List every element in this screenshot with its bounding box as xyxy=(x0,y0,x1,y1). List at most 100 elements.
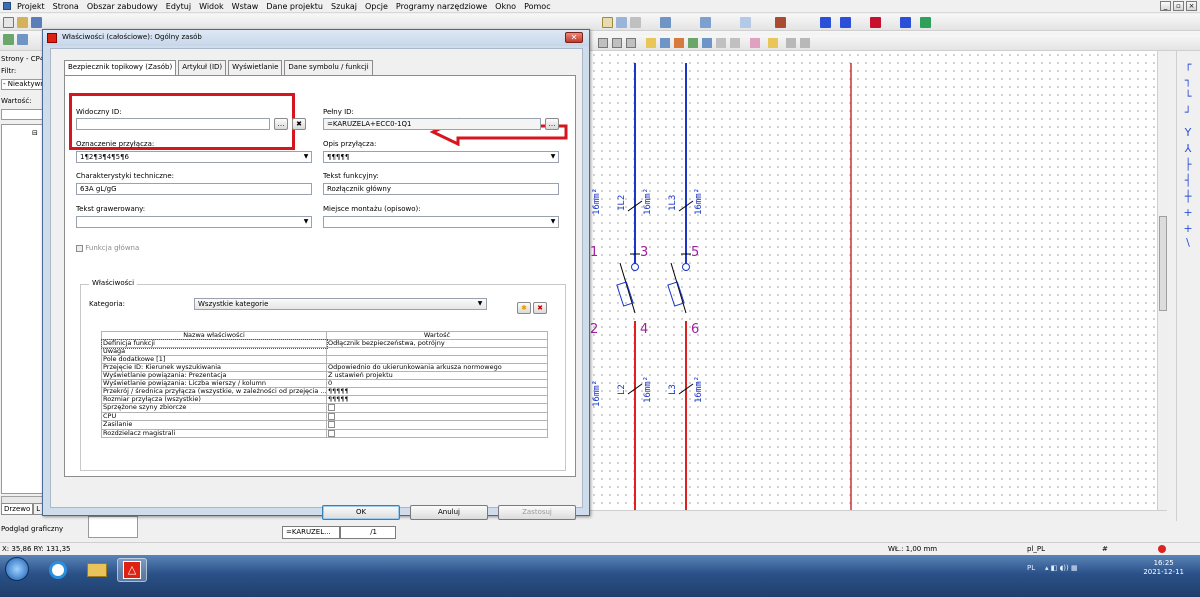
minimize-icon[interactable]: _ xyxy=(1160,1,1171,11)
window-icon[interactable] xyxy=(616,17,627,28)
property-value[interactable] xyxy=(326,355,548,364)
junction-icon[interactable]: + xyxy=(1182,223,1194,235)
tool-icon[interactable] xyxy=(646,38,656,48)
break-icon[interactable]: \ xyxy=(1182,237,1194,249)
chevron-down-icon[interactable]: ▼ xyxy=(301,217,311,227)
tool-icon[interactable] xyxy=(786,38,796,48)
column-header[interactable]: Nazwa właściwości xyxy=(101,331,327,340)
symbol-icon[interactable] xyxy=(775,17,786,28)
column-header[interactable]: Wartość xyxy=(326,331,548,340)
table-row[interactable]: Pole dodatkowe [1] xyxy=(101,355,548,364)
func-text-input[interactable]: Rozłącznik główny xyxy=(323,183,559,195)
chevron-down-icon[interactable]: ▼ xyxy=(301,152,311,162)
explorer-task[interactable] xyxy=(82,558,112,582)
chevron-down-icon[interactable]: ▼ xyxy=(548,152,558,162)
property-value[interactable]: ¶¶¶¶¶ xyxy=(326,395,548,404)
menu-edytuj[interactable]: Edytuj xyxy=(162,0,195,13)
checkbox-icon[interactable] xyxy=(328,412,335,420)
corner-icon[interactable]: ┐ xyxy=(1182,75,1194,87)
property-value[interactable]: 0 xyxy=(326,379,548,388)
tee-icon[interactable]: ⅄ xyxy=(1182,143,1194,155)
arrow-icon[interactable] xyxy=(920,17,931,28)
angle-icon[interactable] xyxy=(900,17,911,28)
table-row[interactable]: Rozmiar przyłącza (wszystkie) ¶¶¶¶¶ xyxy=(101,395,548,404)
property-value-checkbox[interactable] xyxy=(326,420,548,430)
menu-wstaw[interactable]: Wstaw xyxy=(228,0,263,13)
menu-szukaj[interactable]: Szukaj xyxy=(327,0,361,13)
canvas-hscrollbar[interactable] xyxy=(590,510,1167,521)
chevron-down-icon[interactable]: ▼ xyxy=(548,217,558,227)
ok-button[interactable]: OK xyxy=(322,505,400,520)
property-value[interactable]: ¶¶¶¶¶ xyxy=(326,387,548,396)
tech-input[interactable]: 63A gL/gG xyxy=(76,183,312,195)
dialog-titlebar[interactable]: Właściwości (całościowe): Ogólny zasób ✕ xyxy=(43,30,589,46)
table-row[interactable]: Przejęcie ID: Kierunek wyszukiwania Odpow… xyxy=(101,363,548,372)
wire-icon[interactable] xyxy=(820,17,831,28)
checkbox-icon[interactable] xyxy=(328,404,335,411)
tool-icon[interactable] xyxy=(674,38,684,48)
property-value[interactable]: Z ustawień projektu xyxy=(326,371,548,380)
chevron-down-icon[interactable]: ▼ xyxy=(475,299,485,309)
full-id-input[interactable]: =KARUZELA+ECC0-1Q1 xyxy=(323,118,541,130)
property-value-checkbox[interactable] xyxy=(326,403,548,413)
menu-dane-projektu[interactable]: Dane projektu xyxy=(262,0,327,13)
connection-desc-select[interactable]: ¶¶¶¶¶ xyxy=(323,151,559,163)
property-value[interactable]: Odpowiednio do ukierunkowania arkusza no… xyxy=(326,363,548,372)
delete-property-icon[interactable]: ✖ xyxy=(533,302,547,314)
checkbox-icon[interactable] xyxy=(328,421,335,428)
tool-icon[interactable] xyxy=(800,38,810,48)
dialog-close-button[interactable]: ✕ xyxy=(565,32,583,43)
tool-icon[interactable] xyxy=(688,38,698,48)
menu-okno[interactable]: Okno xyxy=(491,0,520,13)
property-value-checkbox[interactable] xyxy=(326,411,548,421)
filter-select[interactable]: - Nieaktywny - xyxy=(1,79,45,90)
scroll-thumb[interactable] xyxy=(1159,216,1167,311)
add-property-icon[interactable]: ✱ xyxy=(517,302,531,314)
table-row[interactable]: Zasilanie xyxy=(101,420,548,430)
property-value[interactable] xyxy=(326,347,548,356)
menu-programy[interactable]: Programy narzędziowe xyxy=(392,0,491,13)
open-icon[interactable] xyxy=(17,17,28,28)
table-row[interactable]: Wyświetlanie powiązania: Liczba wierszy … xyxy=(101,379,548,388)
connection-select[interactable]: 1¶2¶3¶4¶5¶6 xyxy=(76,151,312,163)
visible-id-input[interactable] xyxy=(76,118,270,130)
value-input[interactable] xyxy=(1,109,45,120)
tee-icon[interactable]: Y xyxy=(1182,127,1194,139)
junction-icon[interactable]: + xyxy=(1182,207,1194,219)
grid-icon[interactable] xyxy=(740,17,751,28)
tool-icon[interactable] xyxy=(612,38,622,48)
tab-article-id[interactable]: Artykuł (ID) xyxy=(178,60,227,75)
tool-icon[interactable] xyxy=(598,38,608,48)
tab-fuse-resource[interactable]: Bezpiecznik topikowy (Zasób) xyxy=(64,60,177,75)
tray-icons[interactable]: ▴ ◧ ◖)) ▦ xyxy=(1045,564,1078,572)
table-row[interactable]: Sprzężone szyny zbiorcze xyxy=(101,403,548,413)
corner-icon[interactable]: ┘ xyxy=(1182,107,1194,119)
canvas-vscrollbar[interactable] xyxy=(1157,51,1167,510)
tool-icon[interactable] xyxy=(660,38,670,48)
zoom-icon[interactable] xyxy=(17,34,28,45)
corner-icon[interactable]: └ xyxy=(1182,91,1194,103)
apply-button[interactable]: Zastosuj xyxy=(498,505,576,520)
new-icon[interactable] xyxy=(3,17,14,28)
tree-expand-icon[interactable]: ⊟ xyxy=(32,129,38,137)
tee-icon[interactable]: ├ xyxy=(1182,159,1194,171)
close-icon[interactable]: × xyxy=(1186,1,1197,11)
tab-symbol-data[interactable]: Dane symbolu / funkcji xyxy=(284,60,373,75)
checkbox-icon[interactable] xyxy=(328,429,335,437)
table-row[interactable]: CPU xyxy=(101,411,548,421)
schematic-canvas[interactable]: 16mm² 1L2 16mm² 1L3 16mm² 16mm² L2 16mm²… xyxy=(590,51,1157,510)
engrave-select[interactable] xyxy=(76,216,312,228)
menu-obszar[interactable]: Obszar zabudowy xyxy=(83,0,162,13)
tray-language[interactable]: PL xyxy=(1027,564,1035,572)
tab-tree[interactable]: Drzewo xyxy=(1,503,34,515)
table-row[interactable]: Rozdzielacz magistrali xyxy=(101,428,548,438)
terminal-icon[interactable] xyxy=(870,17,881,28)
connect-icon[interactable] xyxy=(700,17,711,28)
page-tab[interactable]: /1 xyxy=(340,526,396,539)
table-row[interactable]: Wyświetlanie powiązania: Prezentacja Z us… xyxy=(101,371,548,380)
clock[interactable]: 16:25 2021-12-11 xyxy=(1143,559,1184,577)
main-function-checkbox[interactable]: Funkcja główna xyxy=(76,244,139,252)
table-row[interactable]: Przekrój / średnica przyłącza (wszystkie… xyxy=(101,387,548,396)
table-row[interactable]: Definicja funkcji Odłącznik bezpieczeństw… xyxy=(100,338,548,349)
tool-icon[interactable] xyxy=(750,38,760,48)
